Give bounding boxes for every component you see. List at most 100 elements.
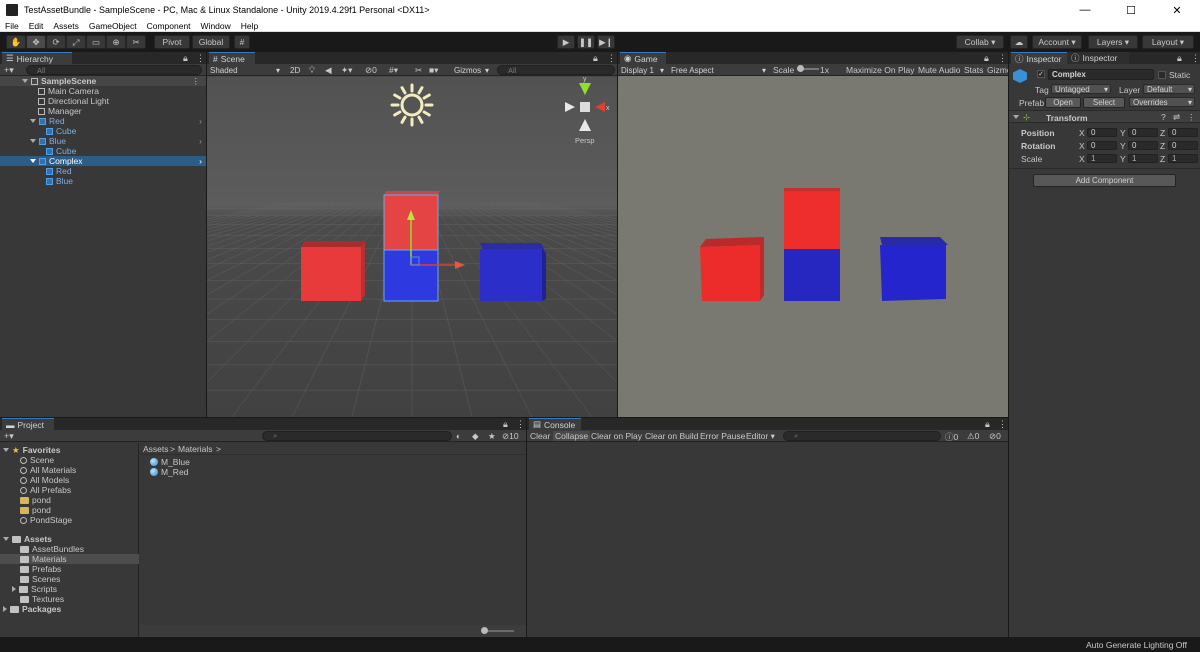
hierarchy-search-input[interactable]: All bbox=[26, 65, 202, 75]
list-item[interactable]: Prefabs bbox=[20, 564, 61, 574]
object-name-input[interactable]: Complex bbox=[1048, 69, 1154, 80]
list-item[interactable]: All Prefabs bbox=[20, 485, 71, 495]
position-x-field[interactable]: 0 bbox=[1087, 128, 1117, 137]
menu-gameobject[interactable]: GameObject bbox=[84, 21, 142, 31]
pause-button[interactable]: ❚❚ bbox=[577, 35, 595, 49]
project-search-input[interactable]: ⌕ bbox=[262, 431, 452, 441]
search-by-type-icon[interactable]: ◐ bbox=[456, 431, 461, 441]
play-button[interactable]: ▶ bbox=[557, 35, 575, 49]
preset-icon[interactable]: ⇌ bbox=[1173, 112, 1180, 123]
list-item[interactable]: M_Blue bbox=[150, 457, 190, 467]
lock-icon[interactable]: 🔒︎ bbox=[985, 419, 990, 430]
position-y-field[interactable]: 0 bbox=[1128, 128, 1158, 137]
tag-dropdown[interactable]: Untagged ▾ bbox=[1051, 84, 1111, 94]
layers-dropdown[interactable]: Layers ▾ bbox=[1088, 35, 1138, 49]
menu-window[interactable]: Window bbox=[196, 21, 236, 31]
scene-menu-icon[interactable]: ⋮ bbox=[192, 76, 201, 87]
list-item[interactable]: Red bbox=[46, 166, 72, 176]
custom-tool-icon[interactable]: ✂ bbox=[126, 35, 146, 49]
console-log-area[interactable] bbox=[527, 443, 1008, 637]
prefab-select-button[interactable]: Select bbox=[1083, 97, 1125, 108]
create-button[interactable]: +▾ bbox=[4, 431, 14, 442]
panel-menu-icon[interactable]: ⋮ bbox=[998, 419, 1007, 430]
snap-icon[interactable]: # bbox=[234, 35, 250, 49]
move-tool-icon[interactable]: ✥ bbox=[26, 35, 46, 49]
audio-toggle-icon[interactable]: ◀︎ bbox=[325, 65, 332, 76]
hand-tool-icon[interactable]: ✋ bbox=[6, 35, 26, 49]
collapse-toggle[interactable]: Collapse bbox=[553, 431, 591, 441]
gizmos-dropdown[interactable]: Gizmos ▾ bbox=[451, 65, 491, 75]
grid-toggle-icon[interactable]: #▾ bbox=[389, 65, 398, 76]
error-count-icon[interactable]: ⊘0 bbox=[989, 431, 1001, 442]
list-item[interactable]: Textures bbox=[20, 594, 64, 604]
tab-game[interactable]: ◉ Game bbox=[620, 52, 666, 64]
clear-on-build-toggle[interactable]: Clear on Build bbox=[645, 431, 698, 441]
tab-console[interactable]: ▤ Console bbox=[529, 418, 581, 430]
list-item[interactable]: All Models bbox=[20, 475, 69, 485]
close-button[interactable]: ✕ bbox=[1154, 0, 1200, 20]
menu-edit[interactable]: Edit bbox=[24, 21, 49, 31]
static-checkbox[interactable] bbox=[1158, 71, 1166, 79]
list-item[interactable]: M_Red bbox=[150, 467, 188, 477]
panel-menu-icon[interactable]: ⋮ bbox=[998, 53, 1007, 64]
display-dropdown[interactable]: Display 1 ▾ bbox=[618, 65, 666, 75]
rotation-z-field[interactable]: 0 bbox=[1168, 141, 1198, 150]
list-item[interactable]: Scenes bbox=[20, 574, 60, 584]
chevron-right-icon[interactable]: › bbox=[199, 156, 202, 166]
console-search-input[interactable]: ⌕ bbox=[783, 431, 941, 441]
pivot-button[interactable]: Pivot bbox=[154, 35, 190, 49]
scale-x-field[interactable]: 1 bbox=[1087, 154, 1117, 163]
zoom-slider-handle[interactable] bbox=[481, 627, 488, 634]
global-button[interactable]: Global bbox=[192, 35, 230, 49]
favorites-header[interactable]: ★ Favorites bbox=[3, 445, 60, 455]
tools-icon[interactable]: ✂ bbox=[415, 65, 422, 76]
tab-inspector[interactable]: ⓘ Inspector bbox=[1011, 52, 1067, 64]
tab-hierarchy[interactable]: ☰ Hierarchy bbox=[2, 52, 72, 64]
help-icon[interactable]: ? bbox=[1161, 112, 1166, 122]
lock-icon[interactable]: 🔒︎ bbox=[984, 53, 989, 64]
menu-component[interactable]: Component bbox=[142, 21, 196, 31]
list-item[interactable]: Directional Light bbox=[38, 96, 109, 106]
clear-button[interactable]: Clear bbox=[530, 431, 550, 441]
list-item[interactable]: Cube bbox=[46, 146, 76, 156]
favorite-icon[interactable]: ★ bbox=[488, 431, 496, 442]
info-count-icon[interactable]: ⓘ0 bbox=[945, 431, 958, 443]
scene-search-input[interactable]: All bbox=[497, 65, 615, 75]
tab-inspector-2[interactable]: ⓘ Inspector bbox=[1067, 52, 1129, 64]
menu-assets[interactable]: Assets bbox=[48, 21, 84, 31]
list-item[interactable]: Scene bbox=[20, 455, 54, 465]
lock-icon[interactable]: 🔒︎ bbox=[503, 419, 508, 430]
layer-dropdown[interactable]: Default ▾ bbox=[1143, 84, 1195, 94]
transform-header[interactable]: ⊹ Transform ? ⇌ ⋮ bbox=[1009, 110, 1200, 123]
list-item[interactable]: Blue bbox=[46, 176, 73, 186]
gizmos-toggle[interactable]: Gizmo bbox=[987, 65, 1008, 75]
list-item[interactable]: pond bbox=[20, 495, 51, 505]
collab-button[interactable]: Collab ▾ bbox=[956, 35, 1004, 49]
prefab-open-button[interactable]: Open bbox=[1045, 97, 1081, 108]
tab-scene[interactable]: # Scene bbox=[209, 52, 255, 64]
2d-toggle[interactable]: 2D bbox=[287, 65, 301, 75]
panel-menu-icon[interactable]: ⋮ bbox=[607, 53, 616, 64]
list-item[interactable]: All Materials bbox=[20, 465, 76, 475]
position-z-field[interactable]: 0 bbox=[1168, 128, 1198, 137]
light-toggle-icon[interactable]: 💡︎ bbox=[309, 65, 315, 76]
rotation-y-field[interactable]: 0 bbox=[1128, 141, 1158, 150]
game-viewport[interactable] bbox=[618, 77, 1008, 417]
list-item[interactable]: Scripts bbox=[12, 584, 57, 594]
clear-on-play-toggle[interactable]: Clear on Play bbox=[591, 431, 642, 441]
editor-dropdown[interactable]: Editor ▾ bbox=[746, 431, 775, 442]
list-item[interactable]: Main Camera bbox=[38, 86, 99, 96]
scale-tool-icon[interactable]: ⤢ bbox=[66, 35, 86, 49]
maximize-on-play-toggle[interactable]: Maximize On Play bbox=[846, 65, 915, 75]
cloud-icon[interactable]: ☁ bbox=[1010, 35, 1028, 49]
list-item[interactable]: AssetBundles bbox=[20, 544, 84, 554]
mute-audio-toggle[interactable]: Mute Audio bbox=[918, 65, 961, 75]
prefab-overrides-dropdown[interactable]: Overrides ▾ bbox=[1129, 97, 1195, 107]
chevron-right-icon[interactable]: › bbox=[199, 116, 202, 126]
account-dropdown[interactable]: Account ▾ bbox=[1032, 35, 1082, 49]
lock-icon[interactable]: 🔒︎ bbox=[183, 53, 188, 64]
layout-dropdown[interactable]: Layout ▾ bbox=[1142, 35, 1194, 49]
rotate-tool-icon[interactable]: ⟳ bbox=[46, 35, 66, 49]
panel-menu-icon[interactable]: ⋮ bbox=[1191, 53, 1200, 64]
scale-y-field[interactable]: 1 bbox=[1128, 154, 1158, 163]
